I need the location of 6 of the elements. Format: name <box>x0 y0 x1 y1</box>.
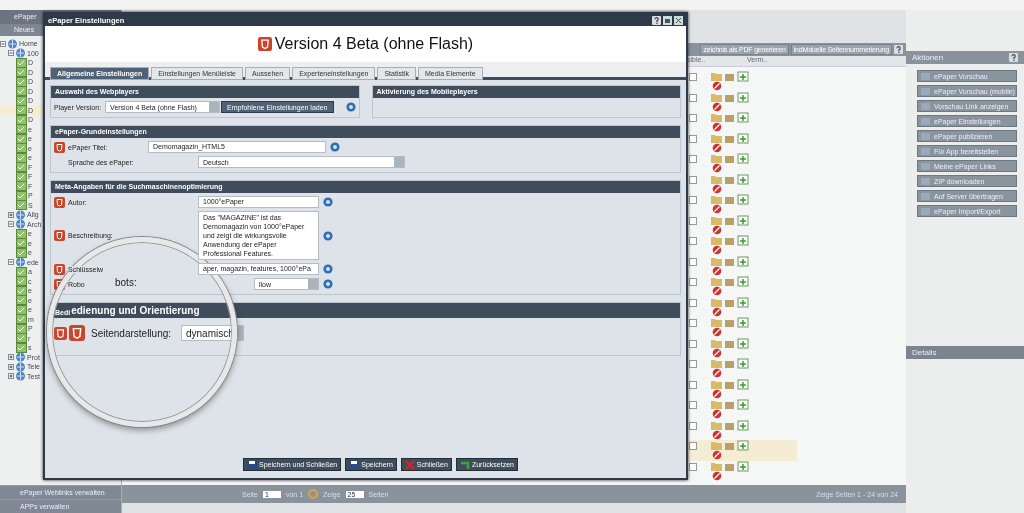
field-label: Seitendarstellung: <box>91 327 173 339</box>
field-label: bots: <box>115 277 137 288</box>
section-title: edienung und Orientierung <box>71 305 200 316</box>
panel-title: Aktionen <box>912 53 944 62</box>
panel-title: Details <box>912 348 937 357</box>
version-heading: Version 4 Beta (ohne Flash) <box>274 35 474 53</box>
